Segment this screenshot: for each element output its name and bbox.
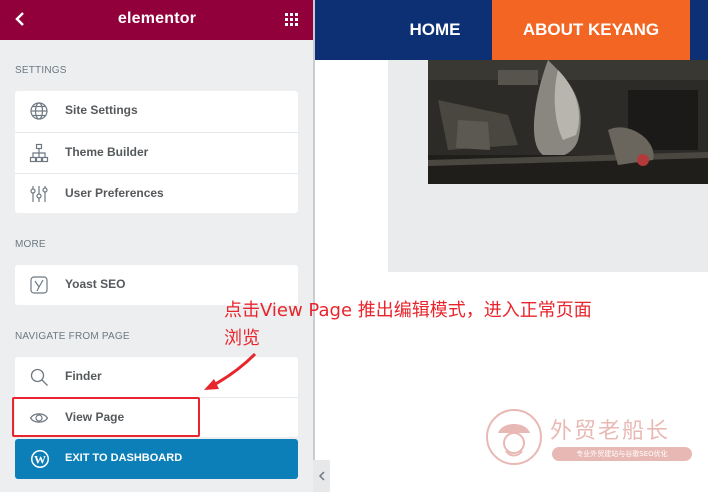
elementor-panel: elementor SETTINGS Site Settings Theme B… (0, 0, 313, 492)
menu-item-label: Yoast SEO (65, 277, 126, 291)
back-chevron-icon[interactable] (10, 8, 30, 30)
globe-icon (29, 101, 49, 121)
annotation-arrow-icon (204, 352, 257, 390)
nav-about-link[interactable]: ABOUT KEYANG (492, 0, 690, 60)
sitemap-icon (29, 143, 49, 163)
menu-item-label: Finder (65, 369, 102, 383)
workshop-photo (428, 60, 708, 184)
widgets-grid-icon[interactable] (284, 12, 300, 28)
nav-home-link[interactable]: HOME (393, 0, 477, 60)
watermark-subtitle: 专业外贸建站与谷歌SEO优化 (552, 447, 692, 461)
watermark: 外贸老船长 专业外贸建站与谷歌SEO优化 (484, 405, 694, 475)
captain-logo-icon (486, 409, 542, 465)
yoast-icon (29, 275, 49, 295)
settings-section-title: SETTINGS (15, 65, 67, 76)
exit-button-label: EXIT TO DASHBOARD (65, 452, 183, 464)
view-page-highlight (12, 397, 200, 437)
watermark-title: 外贸老船长 (550, 419, 671, 444)
search-icon (29, 367, 49, 387)
instruction-annotation: 点击View Page 推出编辑模式，进入正常页面 浏览 (224, 297, 664, 353)
menu-item-label: Theme Builder (65, 145, 149, 159)
svg-text:W: W (34, 453, 46, 467)
elementor-logo: elementor (117, 10, 197, 27)
menu-item-theme-builder[interactable]: Theme Builder (15, 132, 298, 173)
navigate-section-title: NAVIGATE FROM PAGE (15, 331, 130, 342)
settings-card: Site Settings Theme Builder User Prefere… (15, 91, 298, 213)
site-nav: HOME ABOUT KEYANG (315, 0, 708, 60)
menu-item-site-settings[interactable]: Site Settings (15, 91, 298, 132)
collapse-panel-button[interactable] (313, 460, 330, 492)
sliders-icon (29, 184, 49, 204)
annotation-line-2: 浏览 (224, 328, 260, 349)
wordpress-icon: W (30, 449, 50, 469)
panel-header: elementor (0, 0, 313, 40)
menu-item-label: Site Settings (65, 103, 138, 117)
exit-to-dashboard-button[interactable]: W EXIT TO DASHBOARD (15, 439, 298, 479)
menu-item-user-preferences[interactable]: User Preferences (15, 173, 298, 214)
annotation-line-1: 点击View Page 推出编辑模式，进入正常页面 (224, 300, 592, 321)
menu-item-label: User Preferences (65, 186, 164, 200)
more-section-title: MORE (15, 239, 46, 250)
